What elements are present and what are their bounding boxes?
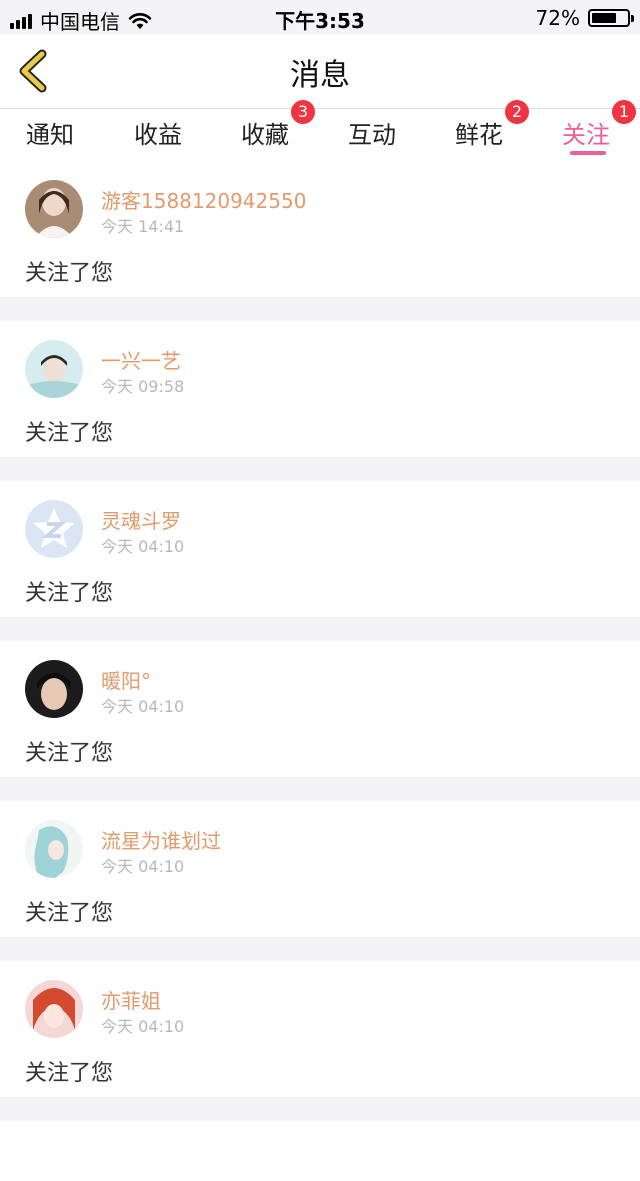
battery-fill bbox=[592, 13, 617, 23]
username[interactable]: 流星为谁划过 bbox=[101, 825, 221, 854]
username[interactable]: 亦菲姐 bbox=[101, 985, 161, 1014]
follow-item-partial[interactable] bbox=[0, 1121, 640, 1181]
timestamp: 今天 04:10 bbox=[101, 857, 185, 876]
username[interactable]: 暖阳° bbox=[101, 665, 151, 694]
follow-message: 关注了您 bbox=[25, 741, 114, 766]
tab-flowers[interactable]: 鲜花 bbox=[455, 115, 503, 150]
tab-notifications[interactable]: 通知 bbox=[26, 115, 74, 150]
follow-item[interactable]: 灵魂斗罗 今天 04:10 关注了您 bbox=[0, 481, 640, 617]
follow-item[interactable]: 亦菲姐 今天 04:10 关注了您 bbox=[0, 961, 640, 1097]
timestamp: 今天 14:41 bbox=[101, 217, 185, 236]
username[interactable]: 灵魂斗罗 bbox=[101, 505, 181, 534]
tab-bar: 通知 收益 收藏 3 互动 鲜花 2 关注 1 bbox=[0, 100, 640, 161]
username[interactable]: 游客1588120942550 bbox=[101, 185, 306, 214]
follow-item[interactable]: 流星为谁划过 今天 04:10 关注了您 bbox=[0, 801, 640, 937]
avatar[interactable] bbox=[25, 180, 83, 238]
tab-favorites-badge: 3 bbox=[291, 100, 315, 124]
battery-percent: 72% bbox=[535, 6, 580, 30]
follow-feed: 游客1588120942550 今天 14:41 关注了您 一兴一艺 今天 09… bbox=[0, 161, 640, 1181]
nav-bar: 消息 bbox=[0, 34, 640, 109]
follow-message: 关注了您 bbox=[25, 581, 114, 606]
tab-earnings[interactable]: 收益 bbox=[134, 115, 182, 150]
avatar[interactable] bbox=[25, 500, 83, 558]
follow-message: 关注了您 bbox=[25, 421, 114, 446]
tab-following-badge: 1 bbox=[612, 100, 636, 124]
timestamp: 今天 04:10 bbox=[101, 697, 185, 716]
username[interactable]: 一兴一艺 bbox=[101, 345, 181, 374]
avatar[interactable] bbox=[25, 980, 83, 1038]
follow-message: 关注了您 bbox=[25, 1061, 114, 1086]
tab-interactions[interactable]: 互动 bbox=[348, 115, 396, 150]
timestamp: 今天 09:58 bbox=[101, 377, 185, 396]
default-avatar-icon bbox=[25, 500, 83, 558]
follow-message: 关注了您 bbox=[25, 261, 114, 286]
battery-icon bbox=[588, 9, 634, 27]
tab-flowers-badge: 2 bbox=[505, 100, 529, 124]
avatar[interactable] bbox=[25, 340, 83, 398]
timestamp: 今天 04:10 bbox=[101, 1017, 185, 1036]
timestamp: 今天 04:10 bbox=[101, 537, 185, 556]
follow-item[interactable]: 一兴一艺 今天 09:58 关注了您 bbox=[0, 321, 640, 457]
tab-favorites[interactable]: 收藏 bbox=[241, 115, 289, 150]
follow-message: 关注了您 bbox=[25, 901, 114, 926]
status-right: 72% bbox=[535, 6, 634, 30]
tab-following[interactable]: 关注 bbox=[562, 115, 610, 150]
avatar[interactable] bbox=[25, 660, 83, 718]
page-title: 消息 bbox=[290, 58, 350, 93]
active-tab-indicator bbox=[570, 151, 606, 155]
avatar[interactable] bbox=[25, 820, 83, 878]
follow-item[interactable]: 游客1588120942550 今天 14:41 关注了您 bbox=[0, 161, 640, 297]
status-bar: 中国电信 下午3:53 72% bbox=[0, 0, 640, 34]
follow-item[interactable]: 暖阳° 今天 04:10 关注了您 bbox=[0, 641, 640, 777]
